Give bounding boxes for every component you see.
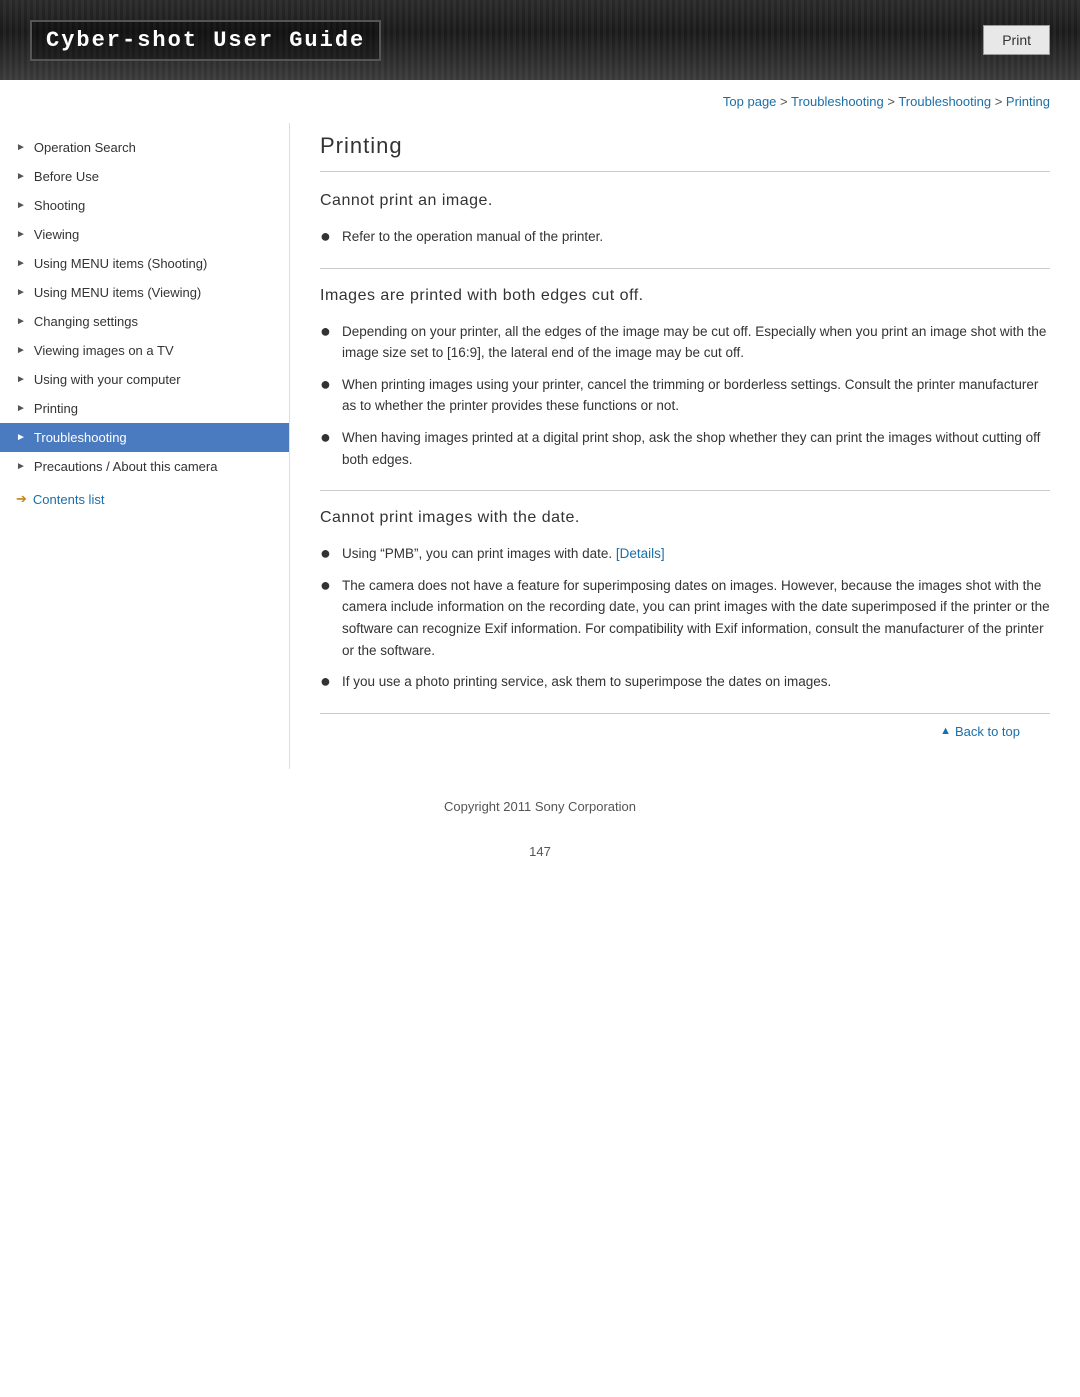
section1-title: Cannot print an image. xyxy=(320,192,1050,214)
sidebar: ► Operation Search ► Before Use ► Shooti… xyxy=(0,123,290,769)
breadcrumb-troubleshooting1[interactable]: Troubleshooting xyxy=(791,94,884,109)
bullet-icon: ● xyxy=(320,543,336,565)
section-divider xyxy=(320,490,1050,491)
bullet-text: When printing images using your printer,… xyxy=(342,374,1050,417)
section-cannot-print: Cannot print an image. ● Refer to the op… xyxy=(320,192,1050,248)
page-header: Cyber-shot User Guide Print xyxy=(0,0,1080,80)
back-to-top-label: Back to top xyxy=(955,724,1020,739)
bullet-icon: ● xyxy=(320,427,336,449)
breadcrumb-sep2: > xyxy=(884,94,899,109)
breadcrumb-printing: Printing xyxy=(1006,94,1050,109)
sidebar-item-menu-viewing[interactable]: ► Using MENU items (Viewing) xyxy=(0,278,289,307)
bullet-text: If you use a photo printing service, ask… xyxy=(342,671,831,693)
sidebar-item-viewing-tv[interactable]: ► Viewing images on a TV xyxy=(0,336,289,365)
bullet-icon: ● xyxy=(320,321,336,343)
arrow-icon: ► xyxy=(16,171,26,182)
sidebar-item-label: Operation Search xyxy=(34,140,136,155)
list-item: ● When printing images using your printe… xyxy=(320,374,1050,417)
bullet-text: Using “PMB”, you can print images with d… xyxy=(342,543,665,565)
copyright-text: Copyright 2011 Sony Corporation xyxy=(0,789,1080,824)
bullet-text: Depending on your printer, all the edges… xyxy=(342,321,1050,364)
sidebar-item-precautions[interactable]: ► Precautions / About this camera xyxy=(0,452,289,481)
sidebar-item-shooting[interactable]: ► Shooting xyxy=(0,191,289,220)
main-layout: ► Operation Search ► Before Use ► Shooti… xyxy=(0,123,1080,789)
contents-list-link[interactable]: ➔ Contents list xyxy=(0,481,289,517)
arrow-icon: ► xyxy=(16,287,26,298)
sidebar-item-computer[interactable]: ► Using with your computer xyxy=(0,365,289,394)
sidebar-item-menu-shooting[interactable]: ► Using MENU items (Shooting) xyxy=(0,249,289,278)
triangle-icon: ▲ xyxy=(940,725,951,737)
contents-list-label: Contents list xyxy=(33,492,105,507)
list-item: ● The camera does not have a feature for… xyxy=(320,575,1050,661)
section2-bullets: ● Depending on your printer, all the edg… xyxy=(320,321,1050,471)
bullet-text: Refer to the operation manual of the pri… xyxy=(342,226,603,248)
sidebar-item-label: Precautions / About this camera xyxy=(34,459,218,474)
sidebar-item-label: Using MENU items (Viewing) xyxy=(34,285,201,300)
breadcrumb-top-page[interactable]: Top page xyxy=(723,94,777,109)
list-item: ● Using “PMB”, you can print images with… xyxy=(320,543,1050,565)
main-content: Printing Cannot print an image. ● Refer … xyxy=(290,123,1080,769)
page-title: Printing xyxy=(320,123,1050,172)
list-item: ● If you use a photo printing service, a… xyxy=(320,671,1050,693)
sidebar-item-label: Troubleshooting xyxy=(34,430,127,445)
sidebar-item-changing-settings[interactable]: ► Changing settings xyxy=(0,307,289,336)
back-to-top-link[interactable]: ▲ Back to top xyxy=(940,724,1020,739)
sidebar-item-viewing[interactable]: ► Viewing xyxy=(0,220,289,249)
list-item: ● Depending on your printer, all the edg… xyxy=(320,321,1050,364)
sidebar-item-label: Using with your computer xyxy=(34,372,181,387)
sidebar-item-label: Using MENU items (Shooting) xyxy=(34,256,207,271)
list-item: ● Refer to the operation manual of the p… xyxy=(320,226,1050,248)
arrow-icon: ► xyxy=(16,345,26,356)
bullet-icon: ● xyxy=(320,226,336,248)
section-edges-cut: Images are printed with both edges cut o… xyxy=(320,287,1050,471)
bullet-text: The camera does not have a feature for s… xyxy=(342,575,1050,661)
list-item: ● When having images printed at a digita… xyxy=(320,427,1050,470)
breadcrumb-troubleshooting2[interactable]: Troubleshooting xyxy=(898,94,991,109)
site-title: Cyber-shot User Guide xyxy=(30,20,381,61)
arrow-icon: ► xyxy=(16,258,26,269)
sidebar-item-printing[interactable]: ► Printing xyxy=(0,394,289,423)
sidebar-item-label: Before Use xyxy=(34,169,99,184)
sidebar-item-before-use[interactable]: ► Before Use xyxy=(0,162,289,191)
section3-title: Cannot print images with the date. xyxy=(320,509,1050,531)
bullet-icon: ● xyxy=(320,575,336,597)
arrow-icon: ► xyxy=(16,403,26,414)
bullet-text: When having images printed at a digital … xyxy=(342,427,1050,470)
section1-bullets: ● Refer to the operation manual of the p… xyxy=(320,226,1050,248)
sidebar-item-label: Shooting xyxy=(34,198,85,213)
arrow-icon: ► xyxy=(16,229,26,240)
section-cannot-print-date: Cannot print images with the date. ● Usi… xyxy=(320,509,1050,693)
arrow-icon: ► xyxy=(16,374,26,385)
footer-section: ▲ Back to top xyxy=(320,713,1050,749)
bullet-text-before: Using “PMB”, you can print images with d… xyxy=(342,546,616,561)
sidebar-item-label: Printing xyxy=(34,401,78,416)
breadcrumb-sep3: > xyxy=(991,94,1006,109)
arrow-right-icon: ➔ xyxy=(16,491,27,507)
sidebar-item-operation-search[interactable]: ► Operation Search xyxy=(0,133,289,162)
arrow-icon: ► xyxy=(16,432,26,443)
arrow-icon: ► xyxy=(16,142,26,153)
sidebar-item-troubleshooting[interactable]: ► Troubleshooting xyxy=(0,423,289,452)
section2-title: Images are printed with both edges cut o… xyxy=(320,287,1050,309)
breadcrumb-sep1: > xyxy=(776,94,791,109)
arrow-icon: ► xyxy=(16,316,26,327)
section3-bullets: ● Using “PMB”, you can print images with… xyxy=(320,543,1050,693)
sidebar-item-label: Viewing images on a TV xyxy=(34,343,174,358)
page-number: 147 xyxy=(0,824,1080,869)
sidebar-item-label: Viewing xyxy=(34,227,79,242)
bullet-icon: ● xyxy=(320,374,336,396)
bullet-icon: ● xyxy=(320,671,336,693)
sidebar-item-label: Changing settings xyxy=(34,314,138,329)
breadcrumb: Top page > Troubleshooting > Troubleshoo… xyxy=(0,80,1080,123)
arrow-icon: ► xyxy=(16,200,26,211)
section-divider xyxy=(320,268,1050,269)
details-link[interactable]: [Details] xyxy=(616,546,665,561)
arrow-icon: ► xyxy=(16,461,26,472)
print-button[interactable]: Print xyxy=(983,25,1050,55)
